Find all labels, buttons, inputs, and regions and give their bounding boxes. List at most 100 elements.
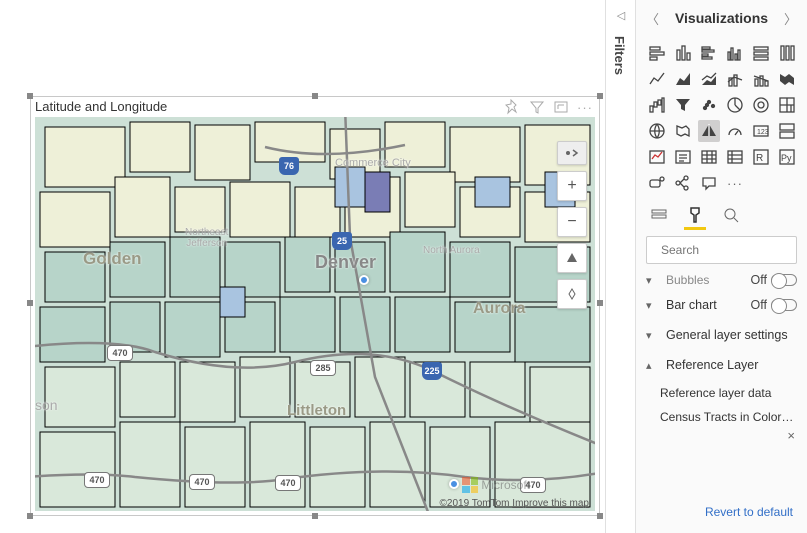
- revert-to-default-link[interactable]: Revert to default: [636, 491, 807, 533]
- viz-stacked-bar-icon[interactable]: [646, 42, 668, 64]
- microsoft-attribution: Microsoft: [462, 477, 530, 493]
- interstate-shield-25: 25: [332, 232, 352, 250]
- pitch-button[interactable]: [557, 243, 587, 273]
- selection-handle[interactable]: [597, 513, 603, 519]
- map-visual-container[interactable]: Latitude and Longitude ···: [30, 96, 600, 516]
- viz-map-icon[interactable]: [646, 120, 668, 142]
- chevron-down-icon: ▾: [646, 274, 658, 287]
- visualizations-title: Visualizations: [675, 10, 768, 26]
- selection-handle[interactable]: [27, 513, 33, 519]
- route-shield-470b: 470: [84, 472, 110, 488]
- selection-handle[interactable]: [312, 513, 318, 519]
- viz-qa-icon[interactable]: [698, 172, 720, 194]
- style-button[interactable]: [557, 279, 587, 309]
- viz-stacked-column-icon[interactable]: [672, 42, 694, 64]
- format-section-list: ▾ Bubbles Off ▾ Bar chart Off ▾ General …: [636, 270, 807, 491]
- map-collapse-button[interactable]: [557, 141, 587, 165]
- viz-multi-card-icon[interactable]: [776, 120, 798, 142]
- selection-handle[interactable]: [27, 93, 33, 99]
- selection-handle[interactable]: [312, 93, 318, 99]
- format-tab-row: [636, 196, 807, 230]
- viz-100-bar-icon[interactable]: [750, 42, 772, 64]
- toggle-switch[interactable]: [771, 274, 797, 286]
- map-control-stack: + −: [557, 141, 587, 309]
- filters-label: Filters: [606, 30, 633, 81]
- data-point-1[interactable]: [359, 275, 369, 285]
- visualizations-header: 〈 Visualizations 〉: [636, 0, 807, 36]
- selection-handle[interactable]: [27, 300, 33, 306]
- viz-line-icon[interactable]: [646, 68, 668, 90]
- viz-combo2-icon[interactable]: [750, 68, 772, 90]
- search-field[interactable]: [661, 243, 807, 257]
- section-bubbles-partial[interactable]: ▾ Bubbles Off: [646, 270, 797, 290]
- tab-analytics[interactable]: [720, 202, 742, 230]
- viz-r-icon[interactable]: R: [750, 146, 772, 168]
- pin-icon[interactable]: [505, 99, 521, 115]
- map-credit: ©2019 TomTom Improve this map: [440, 498, 589, 509]
- route-shield-470a: 470: [107, 345, 133, 361]
- visual-header-actions: ···: [505, 99, 593, 115]
- viz-treemap-icon[interactable]: [776, 94, 798, 116]
- viz-stacked-area-icon[interactable]: [698, 68, 720, 90]
- viz-pie-icon[interactable]: [724, 94, 746, 116]
- reference-layer-sublist: Reference layer data Census Tracts in Co…: [646, 380, 797, 444]
- format-search-input[interactable]: [646, 236, 797, 264]
- viz-scatter-icon[interactable]: [698, 94, 720, 116]
- interstate-shield-225: 225: [422, 362, 442, 380]
- viz-donut-icon[interactable]: [750, 94, 772, 116]
- viz-slicer-icon[interactable]: [672, 146, 694, 168]
- reference-layer-data-label: Reference layer data: [660, 380, 797, 404]
- viz-gauge-icon[interactable]: [724, 120, 746, 142]
- viz-table-icon[interactable]: [698, 146, 720, 168]
- map-tiles: [35, 117, 595, 511]
- focus-mode-icon[interactable]: [553, 99, 569, 115]
- viz-matrix-icon[interactable]: [724, 146, 746, 168]
- tab-fields[interactable]: [648, 202, 670, 230]
- viz-area-icon[interactable]: [672, 68, 694, 90]
- viz-collapse-right-icon[interactable]: 〉: [784, 9, 797, 28]
- route-shield-285: 285: [310, 360, 336, 376]
- viz-decomposition-icon[interactable]: [672, 172, 694, 194]
- map-canvas[interactable]: Denver Golden Aurora Littleton Commerce …: [35, 117, 595, 511]
- route-shield-470d: 470: [275, 475, 301, 491]
- improve-map-link[interactable]: Improve this map: [512, 498, 589, 509]
- viz-funnel-icon[interactable]: [672, 94, 694, 116]
- viz-azure-map-icon[interactable]: [698, 120, 720, 142]
- filters-pane-collapsed[interactable]: ◁ Filters: [605, 0, 635, 533]
- chevron-up-icon: ▴: [646, 359, 658, 372]
- viz-card-icon[interactable]: 123: [750, 120, 772, 142]
- viz-clustered-bar-icon[interactable]: [698, 42, 720, 64]
- zoom-out-button[interactable]: −: [557, 207, 587, 237]
- zoom-in-button[interactable]: +: [557, 171, 587, 201]
- visualizations-pane: 〈 Visualizations 〉 123 R Py: [635, 0, 807, 533]
- viz-collapse-left-icon[interactable]: 〈: [646, 9, 659, 28]
- section-reference-layer[interactable]: ▴ Reference Layer: [646, 350, 797, 380]
- section-bar-chart[interactable]: ▾ Bar chart Off: [646, 290, 797, 320]
- viz-kpi-icon[interactable]: [646, 146, 668, 168]
- viz-clustered-column-icon[interactable]: [724, 42, 746, 64]
- viz-more-icon[interactable]: ···: [724, 172, 746, 194]
- viz-python-icon[interactable]: Py: [776, 146, 798, 168]
- selection-handle[interactable]: [597, 93, 603, 99]
- selection-handle[interactable]: [597, 300, 603, 306]
- viz-key-influencers-icon[interactable]: [646, 172, 668, 194]
- toggle-switch[interactable]: [771, 299, 797, 311]
- clear-reference-button[interactable]: ×: [660, 428, 797, 444]
- interstate-shield-76: 76: [279, 157, 299, 175]
- data-point-2[interactable]: [449, 479, 459, 489]
- viz-combo1-icon[interactable]: [724, 68, 746, 90]
- reference-layer-value[interactable]: Census Tracts in Colorado...: [660, 404, 797, 428]
- tab-format[interactable]: [684, 202, 706, 230]
- section-general-layer[interactable]: ▾ General layer settings: [646, 320, 797, 350]
- svg-text:123: 123: [757, 129, 769, 136]
- route-shield-470c: 470: [189, 474, 215, 490]
- viz-100-column-icon[interactable]: [776, 42, 798, 64]
- svg-text:Py: Py: [781, 153, 792, 163]
- viz-ribbon-icon[interactable]: [776, 68, 798, 90]
- filters-expand-icon[interactable]: ◁: [606, 0, 636, 30]
- more-options-icon[interactable]: ···: [577, 99, 593, 115]
- viz-filled-map-icon[interactable]: [672, 120, 694, 142]
- filter-icon[interactable]: [529, 99, 545, 115]
- chevron-down-icon: ▾: [646, 299, 658, 312]
- viz-waterfall-icon[interactable]: [646, 94, 668, 116]
